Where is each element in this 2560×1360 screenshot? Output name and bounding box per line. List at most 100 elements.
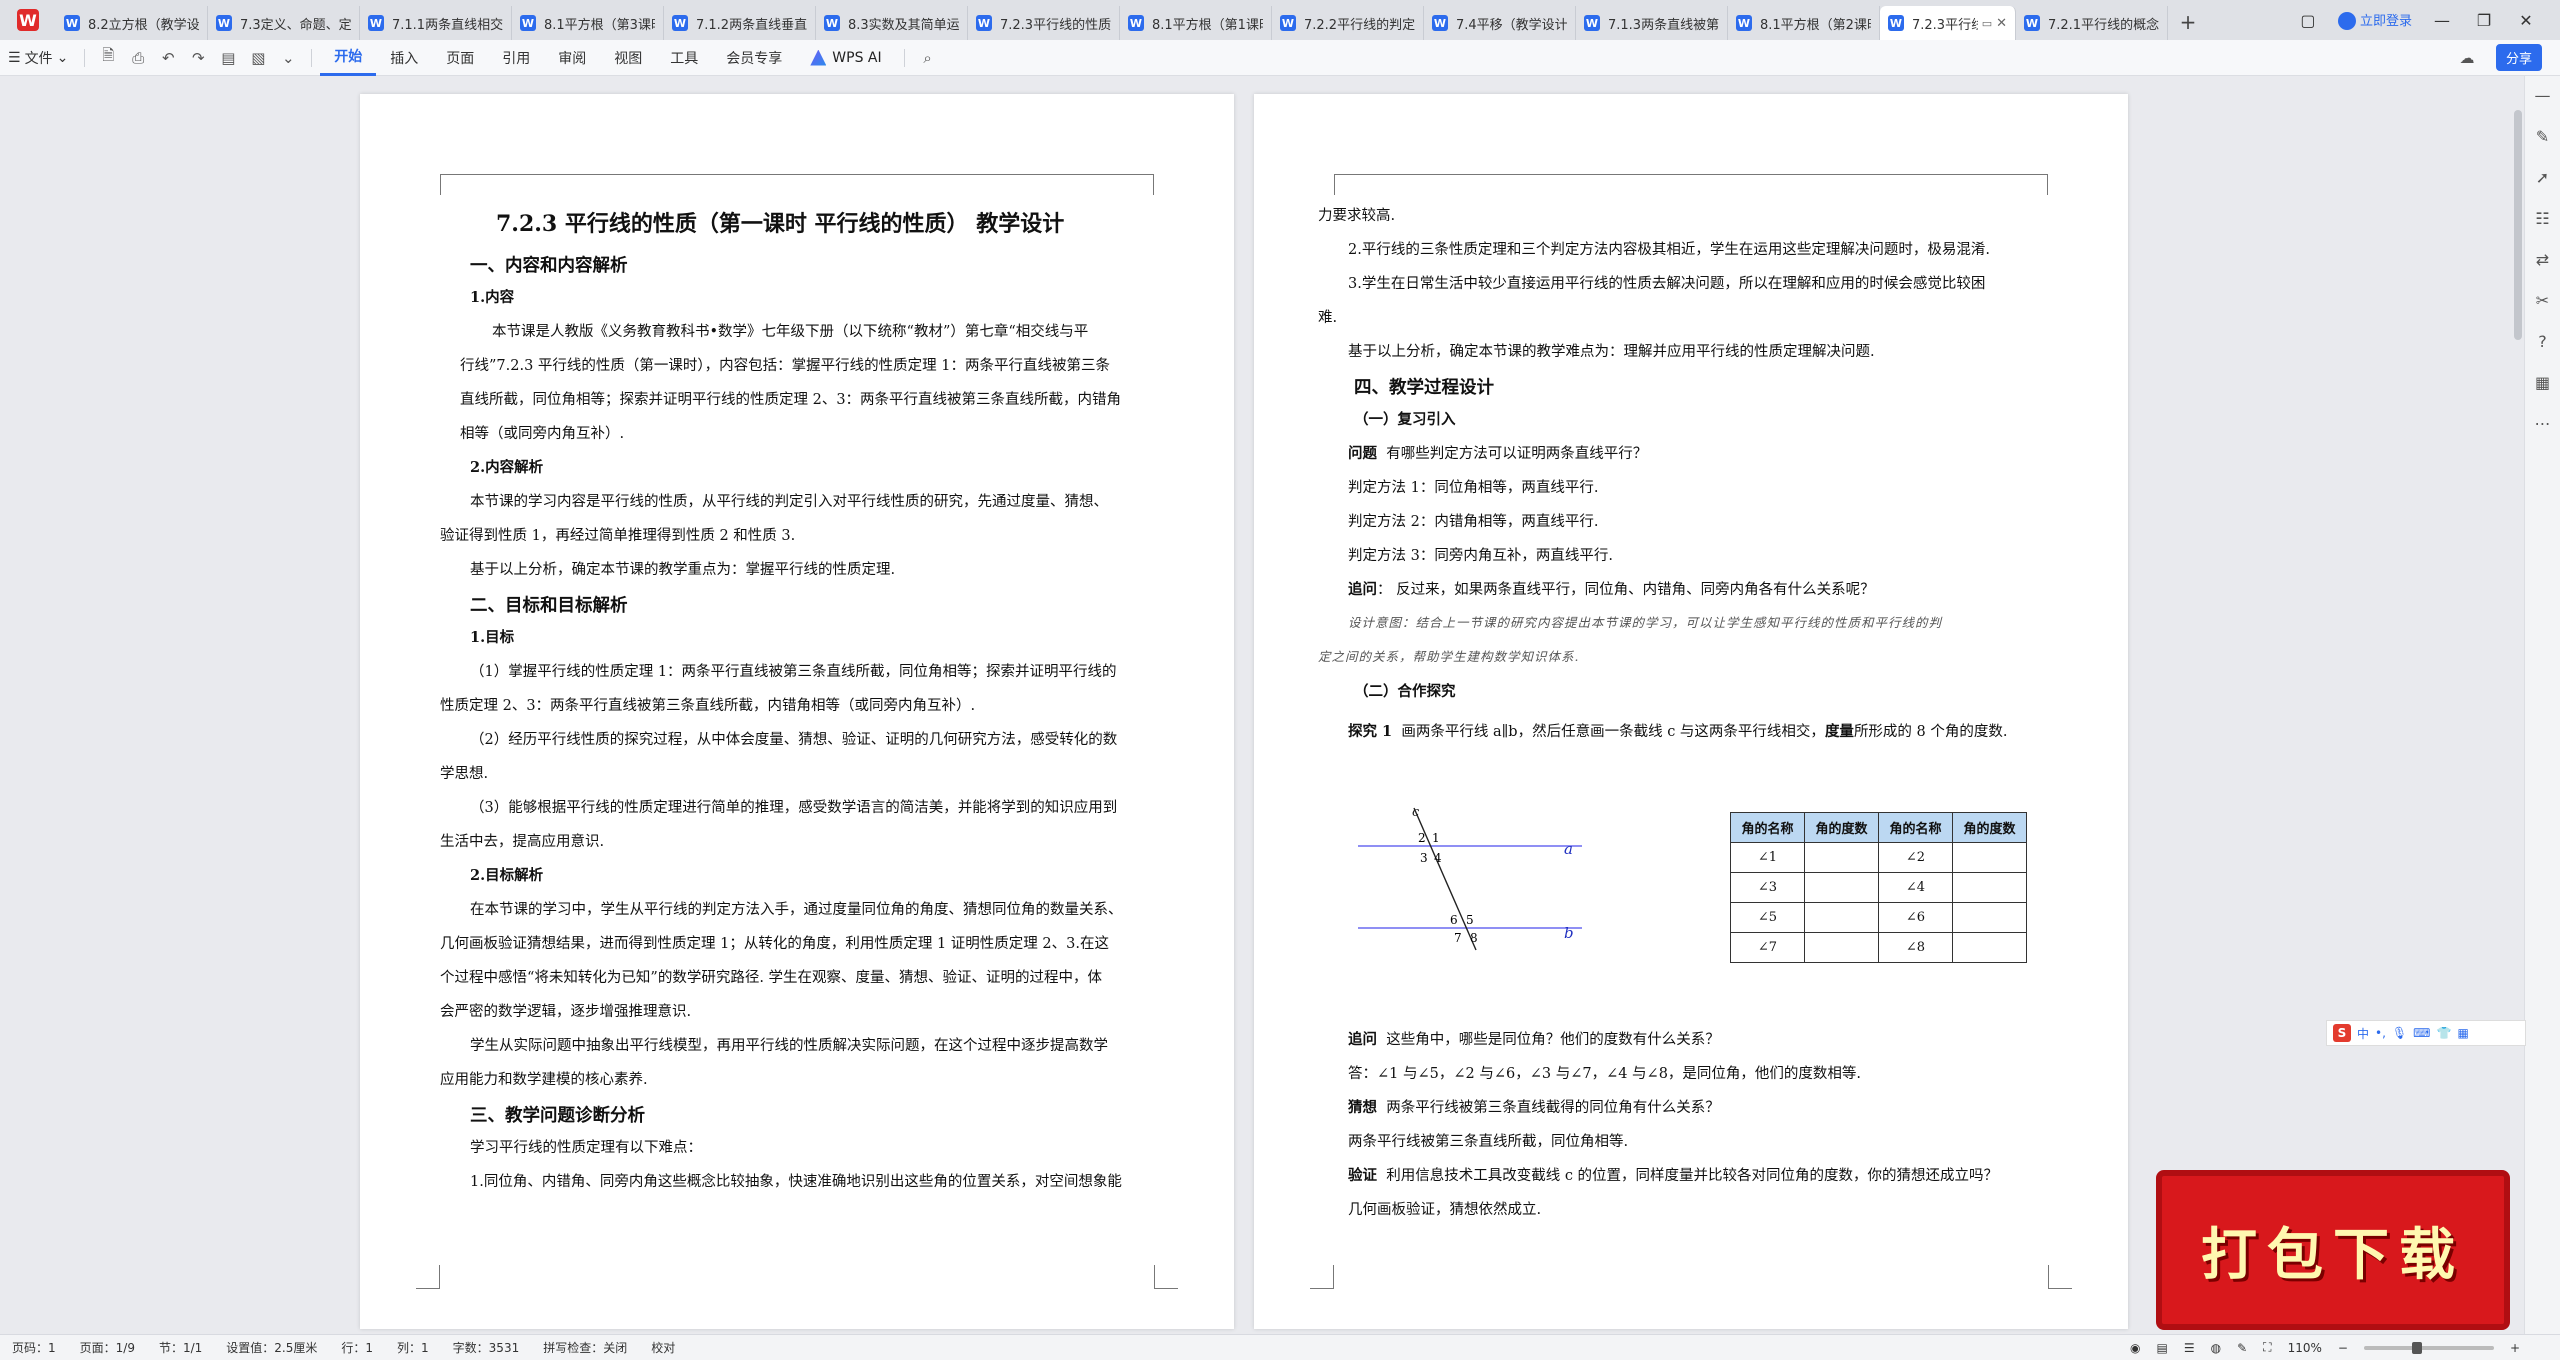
status-col[interactable]: 列：1: [385, 1339, 441, 1356]
table-cell[interactable]: [1952, 932, 2027, 963]
web-view-icon[interactable]: ◍: [2211, 1341, 2221, 1355]
cloud-sync-icon[interactable]: ☁: [2452, 49, 2482, 67]
document-tab[interactable]: W 8.1平方根（第3课时: [512, 6, 664, 40]
document-tab[interactable]: W 8.1平方根（第1课时: [1120, 6, 1272, 40]
wps-ai-button[interactable]: WPS AI: [796, 49, 895, 66]
save-icon[interactable]: 🗎: [93, 45, 123, 70]
outline-view-icon[interactable]: ☰: [2184, 1341, 2195, 1355]
minimize-button[interactable]: —: [2430, 11, 2454, 30]
page-view-icon[interactable]: ▤: [2157, 1341, 2168, 1355]
restore-button[interactable]: ❐: [2472, 11, 2496, 30]
table-cell[interactable]: [1952, 902, 2027, 933]
pages-icon[interactable]: ▦: [2535, 373, 2550, 392]
keyboard-icon[interactable]: ⌨: [2413, 1026, 2430, 1040]
document-page-1[interactable]: 7.2.3 平行线的性质（第一课时 平行线的性质） 教学设计 一、内容和内容解析…: [360, 94, 1234, 1329]
punctuation-icon[interactable]: •,: [2375, 1026, 2386, 1040]
zoom-out-icon[interactable]: −: [2338, 1341, 2348, 1355]
input-method-bar[interactable]: S 中 •, 🎙 ⌨ 👕 ▦: [2326, 1020, 2526, 1046]
document-tab[interactable]: W 7.2.2平行线的判定: [1272, 6, 1424, 40]
table-cell[interactable]: [1952, 872, 2027, 903]
status-proofread[interactable]: 校对: [639, 1339, 687, 1356]
document-tab[interactable]: W 7.2.1平行线的概念: [2016, 6, 2168, 40]
document-tab[interactable]: W 8.3实数及其简单运算: [816, 6, 968, 40]
status-section[interactable]: 节：1/1: [147, 1339, 214, 1356]
table-cell[interactable]: [1952, 842, 2027, 873]
table-cell[interactable]: [1804, 932, 1879, 963]
mic-icon[interactable]: 🎙: [2392, 1026, 2407, 1040]
menu-review[interactable]: 审阅: [544, 40, 600, 76]
writer-doc-icon: W: [520, 15, 536, 31]
document-tab[interactable]: W 7.1.2两条直线垂直: [664, 6, 816, 40]
redo-icon[interactable]: ↷: [183, 49, 213, 67]
edit-icon[interactable]: ✎: [2237, 1341, 2247, 1355]
menu-page[interactable]: 页面: [432, 40, 488, 76]
tab-label: 7.3定义、命题、定理: [240, 17, 351, 33]
status-word-count[interactable]: 字数：3531: [441, 1339, 532, 1356]
help-icon[interactable]: ?: [2538, 332, 2547, 351]
print-icon[interactable]: ⎙: [123, 49, 153, 67]
ime-mode-label[interactable]: 中: [2357, 1025, 2369, 1042]
close-tab-icon[interactable]: ✕: [1996, 16, 2007, 31]
file-menu[interactable]: ☰ 文件 ⌄: [0, 48, 76, 68]
document-tab[interactable]: W 7.3定义、命题、定理: [208, 6, 360, 40]
document-tab[interactable]: W 8.1平方根（第2课时: [1728, 6, 1880, 40]
paragraph-line: 猜想 两条平行线被第三条直线截得的同位角有什么关系？: [1348, 1096, 1720, 1117]
eye-icon[interactable]: ◉: [2130, 1341, 2140, 1355]
login-button[interactable]: 立即登录: [2337, 10, 2412, 31]
close-window-button[interactable]: ✕: [2514, 11, 2538, 30]
window-layout-icon[interactable]: ▢: [2296, 11, 2320, 30]
menu-insert[interactable]: 插入: [376, 40, 432, 76]
wps-logo[interactable]: W: [0, 0, 56, 40]
skin-icon[interactable]: 👕: [2436, 1026, 2451, 1040]
new-tab-button[interactable]: +: [2168, 10, 2208, 34]
status-setting[interactable]: 设置值：2.5厘米: [214, 1339, 329, 1356]
search-icon[interactable]: ⌕: [913, 49, 943, 67]
paragraph-line: 2.平行线的三条性质定理和三个判定方法内容极其相近，学生在运用这些定理解决问题时…: [1348, 242, 1990, 258]
undo-icon[interactable]: ↶: [153, 49, 183, 67]
format-painter-icon[interactable]: ▤: [213, 49, 243, 67]
vertical-scrollbar[interactable]: [2514, 110, 2522, 340]
table-cell[interactable]: [1804, 902, 1879, 933]
toolbox-icon[interactable]: ▦: [2457, 1026, 2468, 1040]
menu-home[interactable]: 开始: [320, 40, 377, 76]
sub-heading: 2.内容解析: [470, 459, 544, 476]
angle-label: 5: [1466, 913, 1474, 927]
status-row[interactable]: 行：1: [329, 1339, 385, 1356]
picture-icon[interactable]: ▧: [243, 49, 273, 67]
table-cell[interactable]: [1804, 872, 1879, 903]
minus-icon[interactable]: —: [2535, 86, 2551, 105]
download-banner[interactable]: 打包下载: [2156, 1170, 2510, 1330]
zoom-in-icon[interactable]: +: [2510, 1341, 2520, 1355]
paragraph-line: 探究 1 画两条平行线 a∥b，然后任意画一条截线 c 与这两条平行线相交，度量…: [1348, 720, 2008, 741]
fit-icon[interactable]: ⛶: [2263, 1340, 2271, 1355]
table-cell[interactable]: [1804, 842, 1879, 873]
status-page[interactable]: 页面：1/9: [68, 1339, 147, 1356]
status-spell-check[interactable]: 拼写检查：关闭: [531, 1339, 639, 1356]
document-tab[interactable]: W 7.2.3平行线白 ▭ ✕: [1880, 6, 2016, 40]
document-tab[interactable]: W 8.2立方根（教学设计: [56, 6, 208, 40]
pen-icon[interactable]: ✎: [2536, 127, 2549, 146]
menu-reference[interactable]: 引用: [488, 40, 544, 76]
document-tab[interactable]: W 7.1.3两条直线被第三: [1576, 6, 1728, 40]
tab-label: 7.2.3平行线的性质: [1000, 17, 1111, 33]
writer-doc-icon: W: [2024, 15, 2040, 31]
sliders-icon[interactable]: ☷: [2535, 209, 2549, 228]
zoom-slider-knob[interactable]: [2411, 1341, 2422, 1354]
monitor-icon[interactable]: ▭: [1982, 17, 1992, 30]
menu-view[interactable]: 视图: [600, 40, 656, 76]
menu-member[interactable]: 会员专享: [712, 40, 796, 76]
tools-icon[interactable]: ✂: [2536, 291, 2549, 310]
pointer-icon[interactable]: ➚: [2536, 168, 2549, 187]
document-tab[interactable]: W 7.1.1两条直线相交: [360, 6, 512, 40]
menu-tools[interactable]: 工具: [656, 40, 712, 76]
status-page-code[interactable]: 页码：1: [0, 1339, 68, 1356]
zoom-slider[interactable]: [2363, 1341, 2494, 1354]
document-page-2[interactable]: 力要求较高. 2.平行线的三条性质定理和三个判定方法内容极其相近，学生在运用这些…: [1254, 94, 2128, 1329]
more-chevron-icon[interactable]: ⌄: [273, 49, 303, 67]
more-icon[interactable]: ⋯: [2535, 414, 2551, 433]
zoom-level[interactable]: 110%: [2288, 1341, 2322, 1355]
document-tab[interactable]: W 7.2.3平行线的性质: [968, 6, 1120, 40]
share-button[interactable]: 分享: [2495, 44, 2542, 71]
translate-icon[interactable]: ⇄: [2536, 250, 2549, 269]
document-tab[interactable]: W 7.4平移（教学设计）: [1424, 6, 1576, 40]
